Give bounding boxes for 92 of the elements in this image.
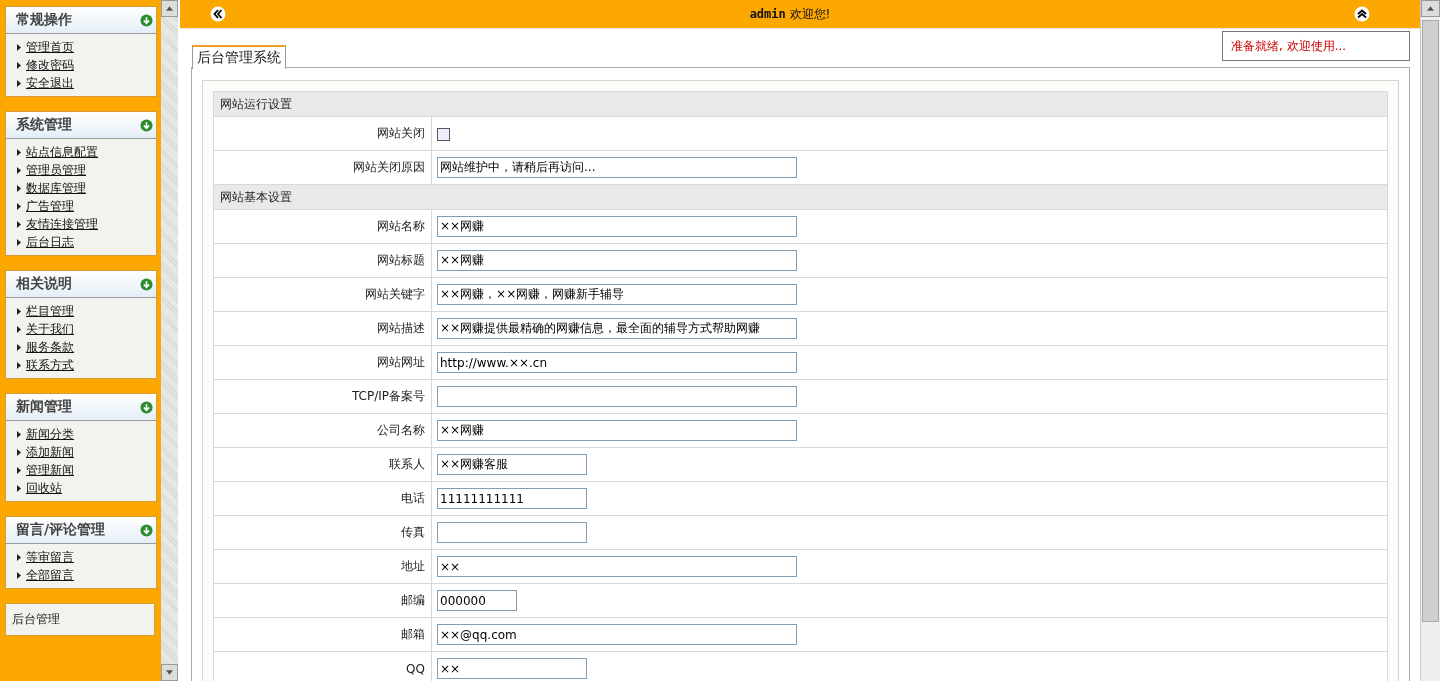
section-header: 网站基本设置 <box>213 184 1388 210</box>
expand-icon[interactable] <box>140 400 153 414</box>
arrow-icon <box>17 166 21 174</box>
arrow-icon <box>17 184 21 192</box>
expand-icon[interactable] <box>140 13 153 27</box>
expand-icon[interactable] <box>140 118 153 132</box>
arrow-icon <box>17 220 21 228</box>
field-label: 网站名称 <box>213 209 432 244</box>
field-label: 联系人 <box>213 447 432 482</box>
field-label: 公司名称 <box>213 413 432 448</box>
scroll-down-button[interactable] <box>161 664 178 681</box>
field-label: 邮编 <box>213 583 432 618</box>
section-header: 网站运行设置 <box>213 91 1388 117</box>
input-field[interactable]: ×× <box>437 658 587 679</box>
field-label: 电话 <box>213 481 432 516</box>
menu-link[interactable]: 友情连接管理 <box>26 215 98 233</box>
scroll-thumb[interactable] <box>1422 20 1439 622</box>
arrow-icon <box>17 553 21 561</box>
menu-link[interactable]: 后台日志 <box>26 233 74 251</box>
menu-link[interactable]: 站点信息配置 <box>26 143 98 161</box>
menu-link[interactable]: 回收站 <box>26 479 62 497</box>
input-field[interactable]: ××网赚，××网赚，网赚新手辅导 <box>437 284 797 305</box>
field-label: 邮箱 <box>213 617 432 652</box>
welcome-text: admin 欢迎您! <box>749 5 831 23</box>
field-label: 网站描述 <box>213 311 432 346</box>
scroll-up-button[interactable] <box>161 0 178 17</box>
tab[interactable]: 后台管理系统 <box>192 45 286 69</box>
menu-link[interactable]: 广告管理 <box>26 197 74 215</box>
scrollbar[interactable] <box>161 0 178 681</box>
input-field[interactable]: ××网赚客服 <box>437 454 587 475</box>
input-field[interactable]: http://www.××.cn <box>437 352 797 373</box>
menu-link[interactable]: 服务条款 <box>26 338 74 356</box>
field-label: 网站关闭 <box>213 116 432 151</box>
menu-link[interactable]: 全部留言 <box>26 566 74 584</box>
expand-icon[interactable] <box>140 277 153 291</box>
arrow-icon <box>17 43 21 51</box>
arrow-icon <box>17 61 21 69</box>
arrow-icon <box>17 361 21 369</box>
collapse-left-icon[interactable] <box>210 6 226 22</box>
input-field[interactable]: ××网赚 <box>437 250 797 271</box>
input-field[interactable]: ××@qq.com <box>437 624 797 645</box>
field-label: 网站标题 <box>213 243 432 278</box>
footer-label: 后台管理 <box>12 611 60 628</box>
arrow-icon <box>17 238 21 246</box>
arrow-icon <box>17 343 21 351</box>
menu-link[interactable]: 新闻分类 <box>26 425 74 443</box>
menu-link[interactable]: 等审留言 <box>26 548 74 566</box>
arrow-icon <box>17 79 21 87</box>
field-label: 网站网址 <box>213 345 432 380</box>
menu-link[interactable]: 安全退出 <box>26 74 74 92</box>
field-label: 地址 <box>213 549 432 584</box>
field-label: TCP/IP备案号 <box>213 379 432 414</box>
menu-link[interactable]: 管理首页 <box>26 38 74 56</box>
input-field[interactable]: ××网赚 <box>437 420 797 441</box>
arrow-icon <box>17 148 21 156</box>
menu-link[interactable]: 关于我们 <box>26 320 74 338</box>
input-field[interactable]: 11111111111 <box>437 488 587 509</box>
menu-link[interactable]: 数据库管理 <box>26 179 86 197</box>
collapse-up-icon[interactable] <box>1354 6 1370 22</box>
up-arrow-icon <box>1427 6 1434 11</box>
arrow-icon <box>17 484 21 492</box>
expand-icon[interactable] <box>140 523 153 537</box>
field-label: 网站关闭原因 <box>213 150 432 185</box>
input-field[interactable]: ××网赚 <box>437 216 797 237</box>
arrow-icon <box>17 571 21 579</box>
scroll-up-button[interactable] <box>1421 0 1440 17</box>
menu-link[interactable]: 联系方式 <box>26 356 74 374</box>
arrow-icon <box>17 448 21 456</box>
input-field[interactable]: 000000 <box>437 590 517 611</box>
menu-link[interactable]: 管理新闻 <box>26 461 74 479</box>
field-label: 传真 <box>213 515 432 550</box>
arrow-icon <box>17 325 21 333</box>
menu-link[interactable]: 栏目管理 <box>26 302 74 320</box>
scrollbar[interactable] <box>1420 0 1440 681</box>
menu-link[interactable]: 管理员管理 <box>26 161 86 179</box>
status-message: 准备就绪, 欢迎使用... <box>1222 31 1410 61</box>
field-label: 网站关键字 <box>213 277 432 312</box>
input-field[interactable] <box>437 386 797 407</box>
arrow-icon <box>17 202 21 210</box>
input-field[interactable] <box>437 522 587 543</box>
up-arrow-icon <box>166 6 173 11</box>
menu-link[interactable]: 修改密码 <box>26 56 74 74</box>
input-field[interactable]: ×× <box>437 556 797 577</box>
down-arrow-icon <box>166 670 173 675</box>
field-label: QQ <box>213 651 432 681</box>
menu-link[interactable]: 添加新闻 <box>26 443 74 461</box>
input-field[interactable]: ××网赚提供最精确的网赚信息，最全面的辅导方式帮助网赚 <box>437 318 797 339</box>
checkbox[interactable] <box>437 127 450 141</box>
input-field[interactable]: 网站维护中，请稍后再访问... <box>437 157 797 178</box>
arrow-icon <box>17 307 21 315</box>
arrow-icon <box>17 430 21 438</box>
arrow-icon <box>17 466 21 474</box>
